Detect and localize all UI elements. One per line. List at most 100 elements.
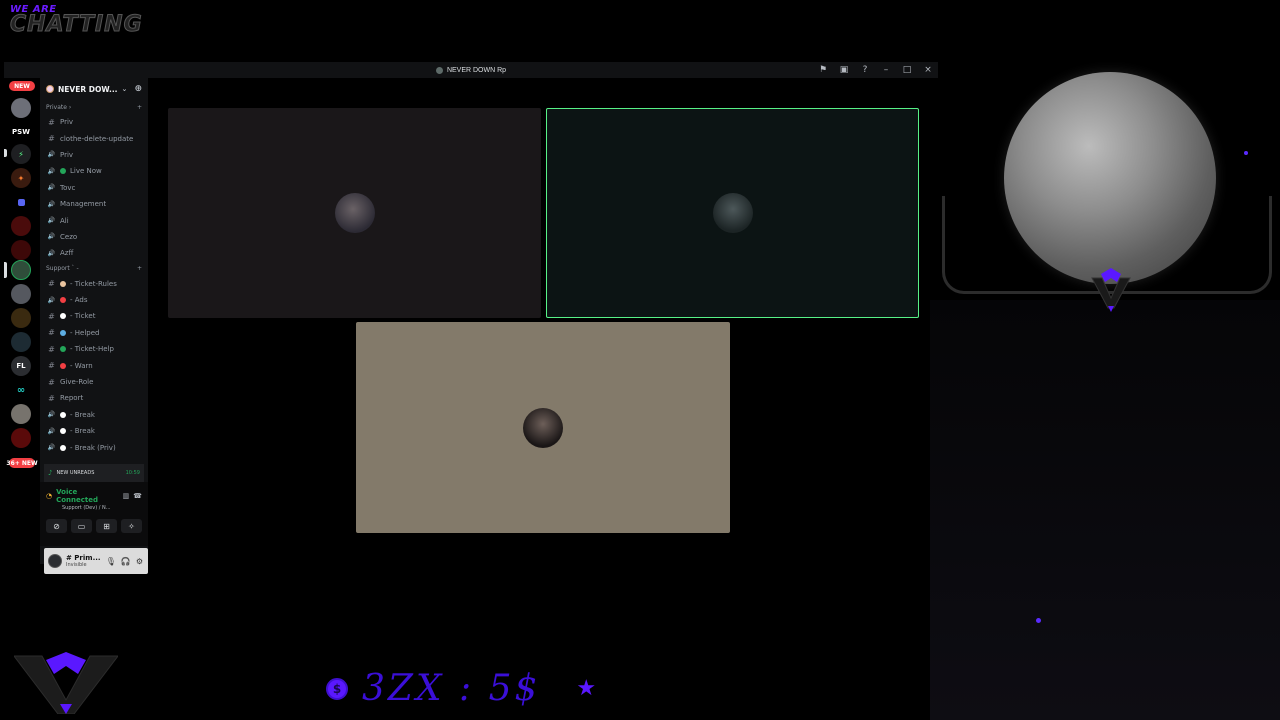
minimize-icon[interactable]: – bbox=[880, 64, 892, 76]
channel-item[interactable]: # Give-Role bbox=[40, 374, 148, 390]
video-tile-1[interactable] bbox=[168, 108, 541, 318]
server-icon-13[interactable]: ∞ bbox=[11, 380, 31, 400]
price-bar: $ 3ZX : 5$ ★ bbox=[326, 668, 596, 709]
channel-label: Give-Role bbox=[60, 378, 94, 387]
channel-item[interactable]: 🔊 Live Now bbox=[40, 163, 148, 179]
participant-avatar bbox=[523, 407, 563, 448]
channel-item[interactable]: 🔊 Azff bbox=[40, 245, 148, 261]
soundboard-button[interactable]: ✧ bbox=[121, 519, 142, 533]
channel-item[interactable]: # - Ticket-Help bbox=[40, 341, 148, 357]
channel-item[interactable]: 🔊 - Break bbox=[40, 423, 148, 439]
add-channel-icon[interactable]: + bbox=[137, 265, 142, 272]
hash-icon: # bbox=[48, 117, 55, 127]
speaker-icon: 🔊 bbox=[47, 233, 56, 241]
hash-icon: # bbox=[48, 393, 55, 403]
title-bar[interactable]: NEVER DOWN Rp ⚑ ▣ ? – □ × bbox=[4, 62, 938, 78]
server-icon-4[interactable]: ✦ bbox=[11, 168, 31, 188]
add-channel-icon[interactable]: + bbox=[137, 104, 142, 111]
activities-button[interactable]: ⊞ bbox=[96, 519, 117, 533]
server-icon-10[interactable] bbox=[11, 308, 31, 328]
window-title: NEVER DOWN Rp bbox=[435, 66, 506, 74]
server-icon-14[interactable] bbox=[11, 404, 31, 424]
user-panel[interactable]: # Prim... Invisible 🎙 🎧 ⚙ bbox=[44, 548, 148, 574]
channel-label: Live Now bbox=[70, 167, 102, 176]
channel-item[interactable]: 🔊 Priv bbox=[40, 147, 148, 163]
speaker-icon: 🔊 bbox=[47, 444, 56, 452]
disconnect-icon[interactable]: ☎ bbox=[133, 492, 142, 500]
server-icon-11[interactable] bbox=[11, 332, 31, 352]
channel-item[interactable]: # Report bbox=[40, 390, 148, 406]
channel-item[interactable]: 🔊 Cezo bbox=[40, 229, 148, 245]
speaker-icon: 🔊 bbox=[47, 296, 56, 304]
server-icon-5[interactable] bbox=[11, 192, 31, 212]
settings-gear-icon[interactable]: ⚙ bbox=[136, 557, 143, 566]
w-logo-large-icon bbox=[14, 652, 118, 714]
new-unreads-bar[interactable]: ♪ NEW UNREADS 10:59 bbox=[44, 464, 144, 482]
chevron-down-icon: ⌄ bbox=[121, 85, 128, 93]
channel-label: Priv bbox=[60, 118, 74, 127]
user-name: # Prim... bbox=[66, 554, 101, 562]
noise-suppression-icon[interactable]: ▥ bbox=[123, 492, 130, 500]
hash-icon: # bbox=[48, 279, 55, 289]
server-icon-15[interactable] bbox=[11, 428, 31, 448]
user-status: Invisible bbox=[66, 562, 87, 568]
channel-label: - Ticket-Help bbox=[70, 345, 114, 354]
flag-icon[interactable]: ⚑ bbox=[817, 64, 829, 76]
channel-item[interactable]: 🔊 - Ads bbox=[40, 292, 148, 308]
server-icon-1[interactable] bbox=[11, 98, 31, 118]
channel-sidebar: NEVER DOW... ⌄ ⊕ Private › + # Priv # clothe-… bbox=[40, 78, 148, 574]
screenshare-button[interactable]: ▭ bbox=[71, 519, 92, 533]
server-icon-7[interactable] bbox=[11, 240, 31, 260]
video-tile-3[interactable] bbox=[356, 322, 730, 533]
channel-item[interactable]: 🔊 Ali bbox=[40, 212, 148, 228]
camera-off-button[interactable]: ⊘ bbox=[46, 519, 67, 533]
server-icon-3[interactable]: ⚡ bbox=[11, 144, 31, 164]
inbox-icon[interactable]: ▣ bbox=[838, 64, 850, 76]
overlay-gradient-panel bbox=[930, 300, 1280, 720]
close-icon[interactable]: × bbox=[922, 64, 934, 76]
speaker-icon: 🔊 bbox=[47, 151, 56, 159]
title-icons: ⚑ ▣ ? – □ × bbox=[817, 64, 934, 76]
guild-icon bbox=[46, 85, 54, 93]
channel-item[interactable]: # - Ticket-Rules bbox=[40, 276, 148, 292]
channel-item[interactable]: 🔊 Tovc bbox=[40, 180, 148, 196]
channel-item[interactable]: # - Warn bbox=[40, 357, 148, 373]
channel-label: - Helped bbox=[70, 328, 100, 337]
hash-icon: # bbox=[48, 134, 55, 144]
channel-item[interactable]: # clothe-delete-update bbox=[40, 130, 148, 146]
server-icon-6[interactable] bbox=[11, 216, 31, 236]
speaker-icon: 🔊 bbox=[47, 249, 56, 257]
guild-header[interactable]: NEVER DOW... ⌄ ⊕ bbox=[40, 78, 148, 100]
help-icon[interactable]: ? bbox=[859, 64, 871, 76]
headphones-icon[interactable]: 🎧 bbox=[121, 557, 131, 566]
category-header[interactable]: Support ` - + bbox=[40, 262, 148, 276]
voice-connected-title[interactable]: Voice Connected bbox=[56, 488, 119, 504]
channel-item[interactable]: # Priv bbox=[40, 114, 148, 130]
channel-emoji-icon bbox=[60, 280, 66, 287]
maximize-icon[interactable]: □ bbox=[901, 64, 913, 76]
channel-label: Azff bbox=[60, 249, 74, 258]
add-member-icon[interactable]: ⊕ bbox=[134, 84, 142, 94]
channel-item[interactable]: # - Helped bbox=[40, 325, 148, 341]
channel-item[interactable]: # - Ticket bbox=[40, 308, 148, 324]
video-tile-2-speaking[interactable] bbox=[546, 108, 919, 318]
channel-item[interactable]: 🔊 Management bbox=[40, 196, 148, 212]
server-icon-fl[interactable]: FL bbox=[11, 356, 31, 376]
moon-image bbox=[1004, 72, 1216, 284]
server-icon-psw[interactable]: PSW bbox=[11, 122, 31, 142]
channel-emoji-icon bbox=[60, 428, 66, 435]
server-icon-9[interactable] bbox=[11, 284, 31, 304]
user-avatar[interactable] bbox=[48, 554, 62, 568]
hash-icon: # bbox=[48, 311, 55, 321]
category-header[interactable]: Private › + bbox=[40, 100, 148, 114]
channel-list: Private › + # Priv # clothe-delete-update 🔊 Pri… bbox=[40, 100, 148, 456]
channel-emoji-icon bbox=[60, 168, 66, 175]
channel-item[interactable]: 🔊 - Break bbox=[40, 407, 148, 423]
server-rail: NEW PSW ⚡ ✦ FL ∞ 36+ NEW bbox=[4, 78, 40, 564]
participant-avatar bbox=[334, 193, 375, 233]
server-icon-active[interactable] bbox=[11, 260, 31, 280]
channel-item[interactable]: 🔊 - Break (Priv) bbox=[40, 439, 148, 455]
microphone-icon[interactable]: 🎙 bbox=[106, 557, 116, 566]
channel-emoji-icon bbox=[60, 411, 66, 418]
speaker-icon: 🔊 bbox=[47, 200, 56, 208]
